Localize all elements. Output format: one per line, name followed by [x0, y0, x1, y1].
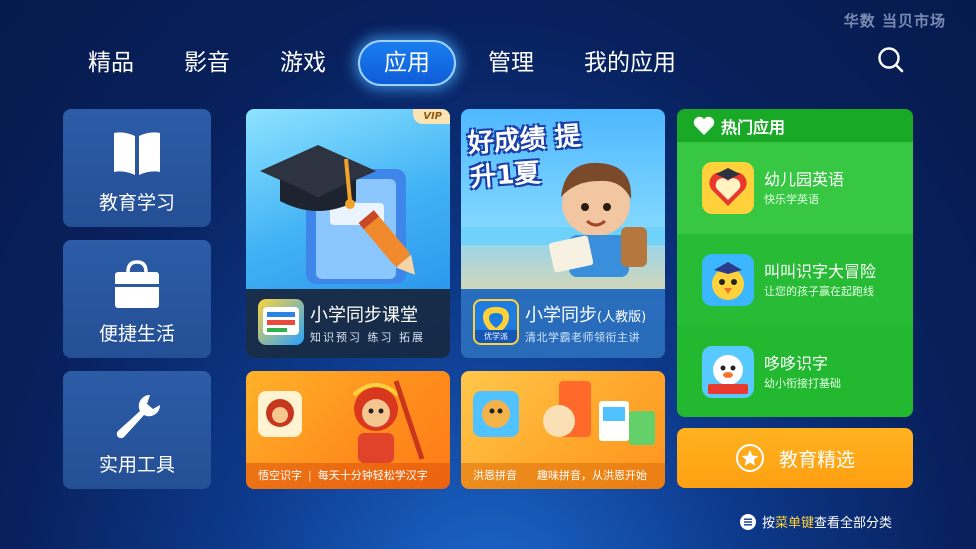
logo-label: 优学派	[475, 330, 517, 343]
app-logo	[702, 254, 754, 306]
card-title: 洪恩拼音	[473, 469, 517, 482]
brand-logo-text: 华数 当贝市场	[843, 12, 946, 30]
top-nav: 精品 影音 游戏 应用 管理 我的应用	[70, 40, 708, 86]
app-logo	[702, 162, 754, 214]
tab-yingyong[interactable]: 应用	[358, 40, 456, 86]
tab-jingpin[interactable]: 精品	[70, 40, 152, 86]
card-subtitle: 知识预习 练习 拓展	[310, 331, 425, 344]
card-title-main: 小学同步	[525, 305, 597, 326]
kid-reading-illustration	[461, 162, 665, 277]
search-icon[interactable]	[877, 46, 905, 76]
hot-app-name: 哆哆识字	[764, 354, 829, 373]
bag-icon	[110, 260, 164, 310]
card-info-bar: 洪恩拼音 趣味拼音，从洪恩开始	[461, 463, 665, 489]
category-label: 便捷生活	[98, 323, 175, 345]
app-logo	[258, 299, 304, 345]
wrench-icon	[110, 391, 164, 441]
hot-app-jiaojiao-shizi[interactable]: 叫叫识字大冒险 让您的孩子赢在起跑线	[677, 234, 913, 326]
edu-selection-button[interactable]: 教育精选	[677, 428, 913, 488]
app-card-xiaoxue-tongbu[interactable]: 好成绩 提升1夏 优学派 小学同步(人教版) 清北学霸老师领衔主讲	[461, 109, 665, 358]
category-life[interactable]: 便捷生活	[63, 240, 211, 358]
hint-prefix: 按	[762, 516, 776, 531]
category-education[interactable]: 教育学习	[63, 109, 211, 227]
category-label: 实用工具	[98, 454, 175, 476]
heart-icon	[693, 116, 715, 135]
hint-key: 菜单键	[775, 516, 815, 531]
graduation-book-illustration	[260, 145, 416, 284]
hot-apps-panel: 热门应用 幼儿园英语 快乐学英语 叫叫识字大冒险 让您的孩子赢在起跑线 哆哆识字…	[677, 109, 913, 417]
card-info-bar: 悟空识字 | 每天十分钟轻松学汉字	[246, 463, 450, 489]
card-subtitle: 清北学霸老师领衔主讲	[525, 331, 640, 344]
book-icon	[110, 129, 164, 179]
hot-app-name: 叫叫识字大冒险	[764, 262, 877, 281]
hot-apps-header: 热门应用	[677, 109, 913, 142]
tab-yingyin[interactable]: 影音	[166, 40, 248, 86]
hot-app-name: 幼儿园英语	[764, 170, 845, 189]
menu-hint: 按菜单键 查看全部分类	[740, 512, 892, 531]
tab-guanli[interactable]: 管理	[470, 40, 552, 86]
hongen-characters-illustration	[473, 381, 655, 445]
hot-app-duoduo-shizi[interactable]: 哆哆识字 幼小衔接打基础	[677, 326, 913, 417]
tab-wode-yingyong[interactable]: 我的应用	[566, 40, 694, 86]
card-info-bar: 优学派 小学同步(人教版) 清北学霸老师领衔主讲	[461, 289, 665, 358]
hint-suffix: 查看全部分类	[814, 516, 893, 531]
hot-app-desc: 让您的孩子赢在起跑线	[764, 285, 874, 298]
app-logo: 优学派	[473, 299, 519, 345]
app-card-hongen-pinyin[interactable]: 洪恩拼音 趣味拼音，从洪恩开始	[461, 371, 665, 489]
star-icon	[735, 444, 764, 472]
hot-app-desc: 快乐学英语	[764, 193, 819, 206]
tab-youxi[interactable]: 游戏	[262, 40, 344, 86]
hot-apps-title: 热门应用	[721, 117, 786, 137]
card-title: 小学同步课堂	[310, 305, 418, 326]
app-card-xiaoxue-tongbu-ketang[interactable]: VIP 小学同步课堂 知识预习 练习 拓展	[246, 109, 450, 358]
category-label: 教育学习	[98, 192, 175, 214]
card-title-suffix: (人教版)	[597, 310, 647, 325]
app-logo	[702, 346, 754, 398]
hot-app-desc: 幼小衔接打基础	[764, 377, 841, 390]
edu-selection-label: 教育精选	[778, 448, 855, 471]
category-tools[interactable]: 实用工具	[63, 371, 211, 489]
card-info-bar: 小学同步课堂 知识预习 练习 拓展	[246, 289, 450, 358]
hot-app-kindergarten-english[interactable]: 幼儿园英语 快乐学英语	[677, 142, 913, 234]
card-title: 悟空识字	[258, 469, 302, 482]
monkey-king-illustration	[258, 380, 425, 463]
card-subtitle: 每天十分钟轻松学汉字	[317, 469, 428, 482]
card-subtitle: 趣味拼音，从洪恩开始	[537, 469, 647, 482]
separator: |	[308, 469, 312, 482]
card-title: 小学同步(人教版)	[525, 301, 646, 327]
menu-icon	[740, 513, 756, 530]
app-card-wukong-shizi[interactable]: 悟空识字 | 每天十分钟轻松学汉字	[246, 371, 450, 489]
